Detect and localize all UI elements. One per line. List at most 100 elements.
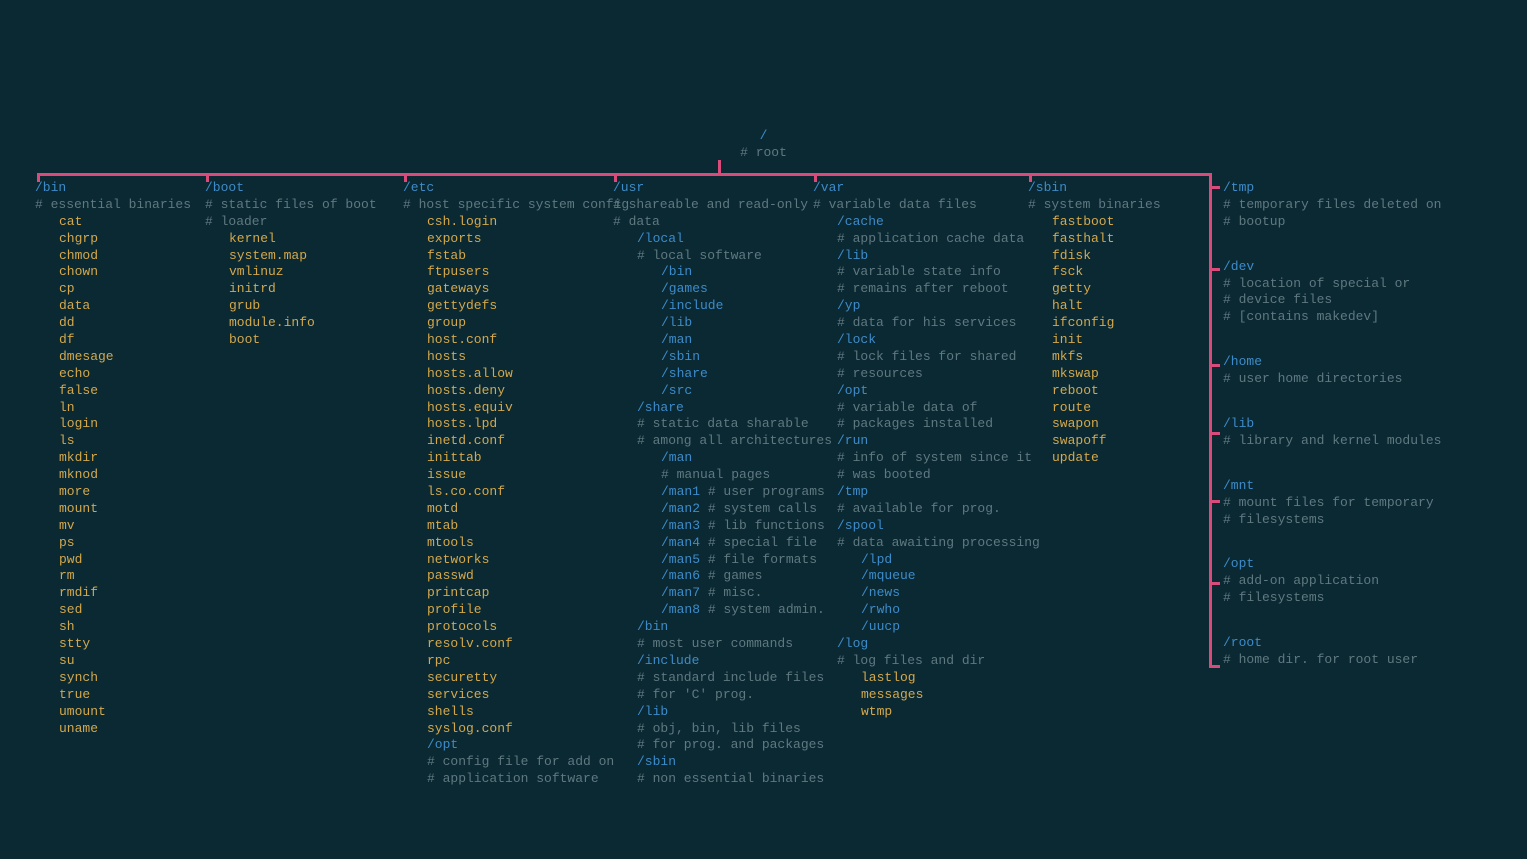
- list-item: /uucp: [813, 619, 1028, 636]
- list-item: chown: [35, 264, 205, 281]
- boot-loader-comment: # loader: [205, 214, 403, 231]
- list-item: chmod: [35, 248, 205, 265]
- list-item: cp: [35, 281, 205, 298]
- var-yp-c: # data for his services: [813, 315, 1028, 332]
- list-item: fdisk: [1028, 248, 1223, 265]
- var-cache-c: # application cache data: [813, 231, 1028, 248]
- var-lib-c1: # variable state info: [813, 264, 1028, 281]
- list-item: passwd: [403, 568, 613, 585]
- etc-title: /etc: [403, 180, 613, 197]
- man-name: /man2: [661, 501, 700, 516]
- list-item: halt: [1028, 298, 1223, 315]
- list-item: swapon: [1028, 416, 1223, 433]
- list-item: module.info: [205, 315, 403, 332]
- list-item: boot: [205, 332, 403, 349]
- man-comment: # games: [700, 568, 762, 583]
- boot-comment: # static files of boot: [205, 197, 403, 214]
- home-c: # user home directories: [1223, 371, 1463, 388]
- mnt-title: /mnt: [1223, 478, 1463, 495]
- list-item: gettydefs: [403, 298, 613, 315]
- usr-man: /man: [613, 450, 813, 467]
- list-item: protocols: [403, 619, 613, 636]
- list-item: mv: [35, 518, 205, 535]
- usr-include: /include: [613, 653, 813, 670]
- var-lib: /lib: [813, 248, 1028, 265]
- list-item: /lpd: [813, 552, 1028, 569]
- list-item: true: [35, 687, 205, 704]
- list-item: fsck: [1028, 264, 1223, 281]
- etc-opt-c2: # application software: [403, 771, 613, 788]
- list-item: hosts.deny: [403, 383, 613, 400]
- man-comment: # system calls: [700, 501, 817, 516]
- lib-c: # library and kernel modules: [1223, 433, 1463, 450]
- var-log-c: # log files and dir: [813, 653, 1028, 670]
- list-item: login: [35, 416, 205, 433]
- list-item: /man6 # games: [613, 568, 813, 585]
- bin-title: /bin: [35, 180, 205, 197]
- var-cache: /cache: [813, 214, 1028, 231]
- usr-comment: # shareable and read-only: [613, 197, 813, 214]
- list-item: ln: [35, 400, 205, 417]
- list-item: /include: [613, 298, 813, 315]
- col-var: /var # variable data files /cache # appl…: [813, 180, 1028, 788]
- root-c: # home dir. for root user: [1223, 652, 1463, 669]
- list-item: reboot: [1028, 383, 1223, 400]
- list-item: vmlinuz: [205, 264, 403, 281]
- list-item: printcap: [403, 585, 613, 602]
- list-item: /bin: [613, 264, 813, 281]
- list-item: inittab: [403, 450, 613, 467]
- list-item: fstab: [403, 248, 613, 265]
- right-column: /tmp # temporary files deleted on # boot…: [1223, 180, 1463, 683]
- usr-local-c: # local software: [613, 248, 813, 265]
- usr-title: /usr: [613, 180, 813, 197]
- usr-local: /local: [613, 231, 813, 248]
- list-item: init: [1028, 332, 1223, 349]
- list-item: /share: [613, 366, 813, 383]
- dev-c2: # device files: [1223, 292, 1463, 309]
- man-comment: # special file: [700, 535, 817, 550]
- list-item: securetty: [403, 670, 613, 687]
- tmp-c1: # temporary files deleted on: [1223, 197, 1463, 214]
- var-lock: /lock: [813, 332, 1028, 349]
- col-etc: /etc # host specific system config csh.l…: [403, 180, 613, 788]
- list-item: mkdir: [35, 450, 205, 467]
- dev-c1: # location of special or: [1223, 276, 1463, 293]
- var-tmp-c: # available for prog.: [813, 501, 1028, 518]
- usr-share-c2: # among all architectures: [613, 433, 813, 450]
- list-item: shells: [403, 704, 613, 721]
- list-item: grub: [205, 298, 403, 315]
- opt-c1: # add-on application: [1223, 573, 1463, 590]
- var-spool: /spool: [813, 518, 1028, 535]
- list-item: data: [35, 298, 205, 315]
- list-item: /man3 # lib functions: [613, 518, 813, 535]
- list-item: uname: [35, 721, 205, 738]
- col-sbin: /sbin # system binaries fastbootfasthalt…: [1028, 180, 1223, 788]
- list-item: messages: [813, 687, 1028, 704]
- var-lock-c1: # lock files for shared: [813, 349, 1028, 366]
- list-item: /src: [613, 383, 813, 400]
- opt-c2: # filesystems: [1223, 590, 1463, 607]
- sbin-title: /sbin: [1028, 180, 1223, 197]
- list-item: ps: [35, 535, 205, 552]
- list-item: issue: [403, 467, 613, 484]
- man-comment: # misc.: [700, 585, 762, 600]
- list-item: /mqueue: [813, 568, 1028, 585]
- list-item: chgrp: [35, 231, 205, 248]
- list-item: fastboot: [1028, 214, 1223, 231]
- list-item: pwd: [35, 552, 205, 569]
- list-item: rm: [35, 568, 205, 585]
- tmp-c2: # bootup: [1223, 214, 1463, 231]
- list-item: su: [35, 653, 205, 670]
- man-name: /man7: [661, 585, 700, 600]
- list-item: synch: [35, 670, 205, 687]
- usr-include-c2: # for 'C' prog.: [613, 687, 813, 704]
- dev-title: /dev: [1223, 259, 1463, 276]
- list-item: host.conf: [403, 332, 613, 349]
- man-name: /man3: [661, 518, 700, 533]
- tmp-title: /tmp: [1223, 180, 1463, 197]
- root-comment: # root: [740, 145, 787, 162]
- main-columns: /bin # essential binaries catchgrpchmodc…: [35, 180, 1223, 788]
- list-item: mtools: [403, 535, 613, 552]
- list-item: /news: [813, 585, 1028, 602]
- list-item: lastlog: [813, 670, 1028, 687]
